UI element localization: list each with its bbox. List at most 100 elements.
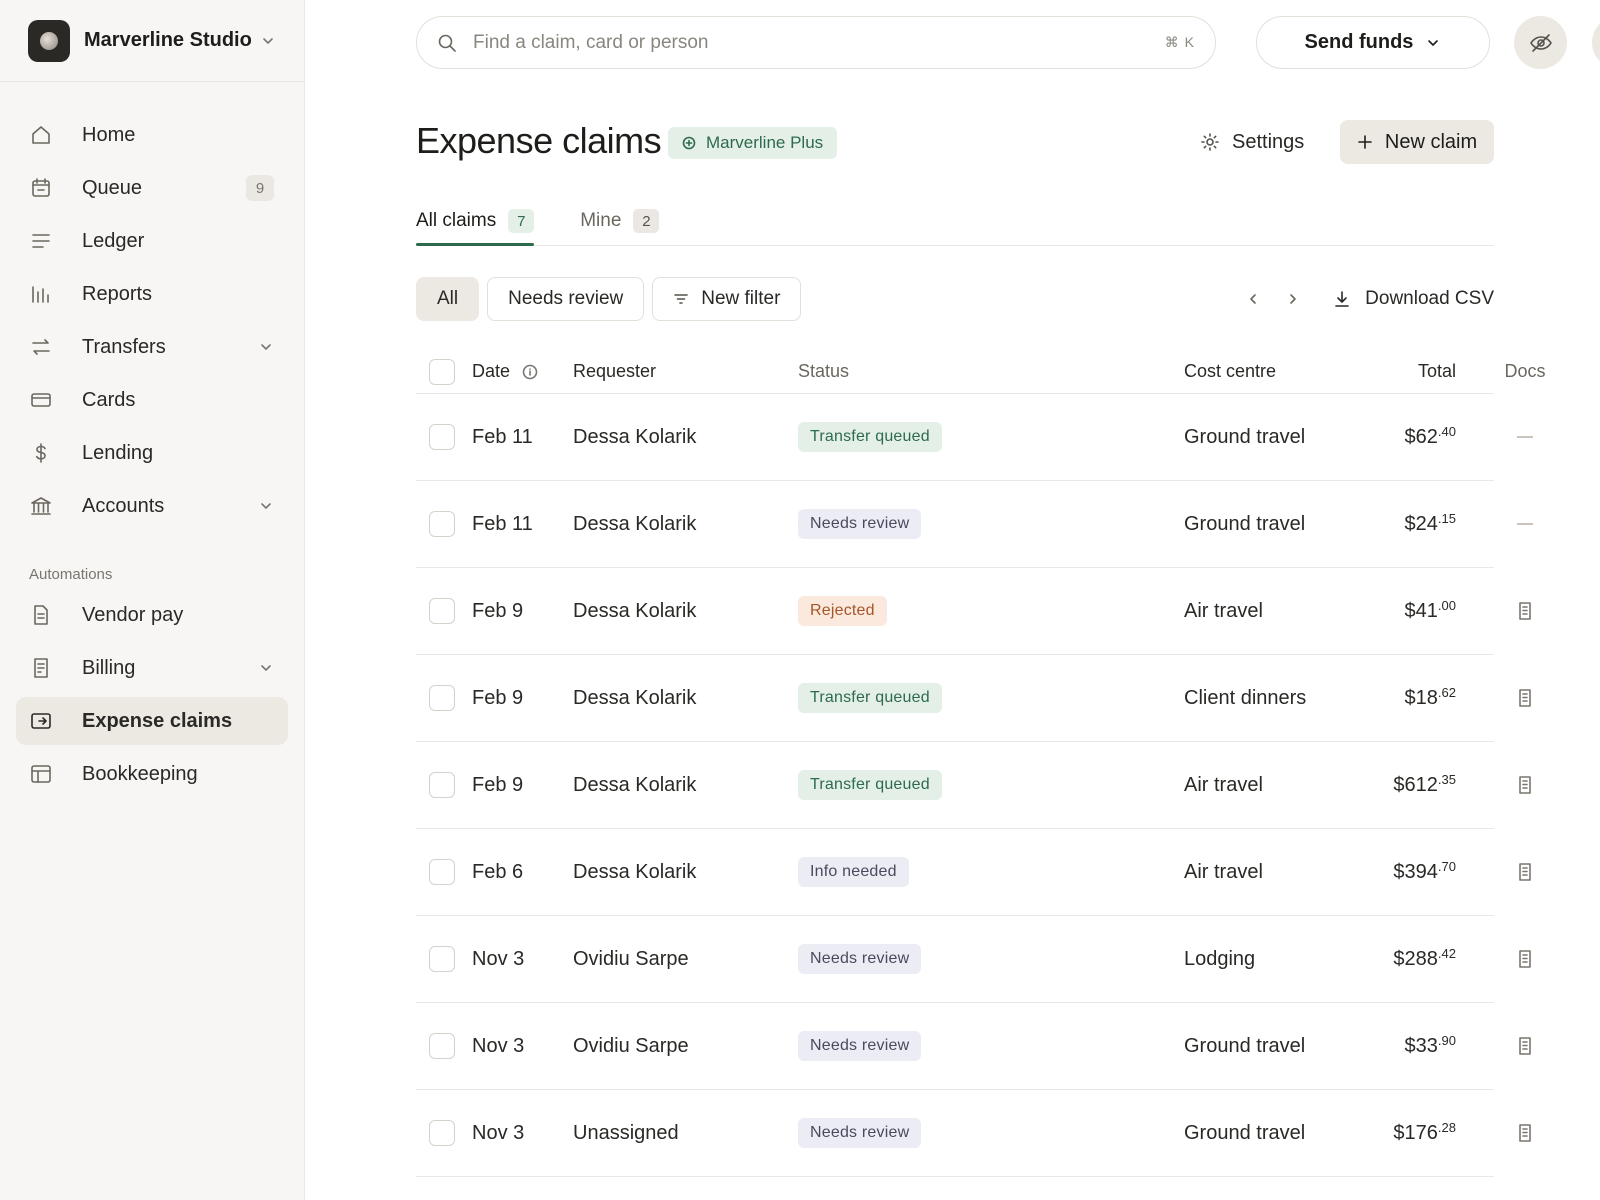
send-funds-button[interactable]: Send funds [1256, 16, 1490, 69]
row-checkbox[interactable] [429, 859, 455, 885]
sidebar-item-reports[interactable]: Reports [16, 270, 288, 318]
sidebar-item-home[interactable]: Home [16, 111, 288, 159]
hide-balances-button[interactable] [1514, 16, 1567, 69]
sidebar-item-transfers[interactable]: Transfers [16, 323, 288, 371]
sidebar-item-label: Vendor pay [82, 603, 184, 626]
requester-column-header[interactable]: Requester [573, 361, 656, 382]
receipt-doc-button[interactable] [1499, 949, 1551, 969]
table-body: Feb 11 Dessa Kolarik Transfer queued $62.40… [416, 394, 1600, 1177]
receipt-doc-button[interactable] [1499, 1123, 1551, 1143]
status-badge: Transfer queued [798, 770, 942, 800]
filter-all-chip[interactable]: All [416, 277, 480, 321]
claim-total: $612.35 [1393, 771, 1456, 797]
sidebar-item-label: Cards [82, 388, 136, 411]
sidebar-item-bookkeeping[interactable]: Bookkeeping [16, 750, 288, 798]
dash-icon [1517, 523, 1533, 525]
avatar[interactable] [1592, 16, 1600, 69]
receipt-icon [1519, 950, 1531, 968]
filter-bar: All Needs review New filter Download CSV [416, 277, 1494, 321]
sidebar-item-expense-claims[interactable]: Expense claims [16, 697, 288, 745]
sidebar-item-billing[interactable]: Billing [16, 644, 288, 692]
claim-requester: Dessa Kolarik [573, 686, 697, 709]
tab-label: Mine [580, 210, 622, 231]
cost-centre-column-header[interactable]: Cost centre [1184, 361, 1276, 382]
new-filter-label: New filter [701, 288, 781, 309]
sidebar-item-vendor-pay[interactable]: Vendor pay [16, 591, 288, 639]
claim-date: Feb 9 [472, 599, 524, 622]
status-badge: Rejected [798, 596, 887, 626]
row-checkbox[interactable] [429, 1120, 455, 1146]
download-csv-label: Download CSV [1365, 288, 1494, 309]
select-all-checkbox[interactable] [429, 358, 455, 385]
new-claim-button[interactable]: New claim [1340, 120, 1494, 164]
claim-date: Feb 6 [472, 860, 524, 883]
status-badge: Transfer queued [798, 683, 942, 713]
next-page-button[interactable] [1273, 279, 1313, 319]
sidebar-item-queue[interactable]: Queue 9 [16, 164, 288, 212]
date-column-header[interactable]: Date [472, 361, 538, 382]
receipt-doc-button[interactable] [1499, 601, 1551, 621]
table-row[interactable]: Nov 3 Ovidiu Sarpe Needs review $33.90 Groun… [416, 1003, 1531, 1090]
download-csv-button[interactable]: Download CSV [1333, 288, 1494, 310]
receipt-doc-button[interactable] [1499, 862, 1551, 882]
row-checkbox[interactable] [429, 511, 455, 537]
claim-requester: Dessa Kolarik [573, 512, 697, 535]
amount-cents: .00 [1437, 597, 1456, 613]
status-badge: Transfer queued [798, 422, 942, 452]
receipt-doc-button[interactable] [1499, 775, 1551, 795]
settings-button[interactable]: Settings [1200, 120, 1304, 164]
table-row[interactable]: Nov 3 Unassigned Needs review $176.28 Ground… [416, 1090, 1531, 1177]
tab-all-claims[interactable]: All claims 7 [416, 198, 535, 246]
sidebar-item-label: Home [82, 123, 136, 146]
prev-page-button[interactable] [1233, 279, 1273, 319]
claim-requester: Dessa Kolarik [573, 425, 697, 448]
claim-date: Feb 11 [472, 512, 533, 535]
tab-mine[interactable]: Mine 2 [580, 198, 660, 244]
table-row[interactable]: Feb 6 Dessa Kolarik Info needed $394.70 Air … [416, 829, 1531, 916]
amount-cents: .35 [1437, 771, 1456, 787]
receipt-doc-button[interactable] [1499, 1036, 1551, 1056]
info-icon[interactable] [522, 364, 538, 380]
table-row[interactable]: Feb 11 Dessa Kolarik Transfer queued $62.40… [416, 394, 1533, 481]
table-row[interactable]: Feb 9 Dessa Kolarik Rejected $41.00 Air trav… [416, 568, 1531, 655]
claim-cost-centre: Ground travel [1184, 425, 1306, 448]
claim-total: $394.70 [1393, 859, 1456, 884]
search-input[interactable]: Find a claim, card or person ⌘ K [416, 16, 1216, 69]
claim-date: Nov 3 [472, 1121, 525, 1144]
workspace-switcher[interactable]: Marverline Studio [0, 0, 304, 82]
chevron-down-icon [261, 503, 271, 509]
receipt-icon [1519, 689, 1531, 707]
row-checkbox[interactable] [429, 598, 455, 624]
row-checkbox[interactable] [429, 772, 455, 798]
status-badge: Needs review [798, 1031, 922, 1061]
table-row[interactable]: Feb 9 Dessa Kolarik Transfer queued $612.35… [416, 742, 1531, 829]
sidebar-item-lending[interactable]: Lending [16, 429, 288, 477]
dollar-icon [36, 443, 46, 463]
docs-column-header: Docs [1504, 361, 1546, 381]
row-checkbox[interactable] [429, 685, 455, 711]
download-icon [1335, 291, 1349, 307]
dash-icon [1517, 436, 1533, 438]
row-checkbox[interactable] [429, 424, 455, 450]
sidebar-item-label: Bookkeeping [82, 762, 198, 785]
claim-date: Feb 9 [472, 773, 524, 796]
claim-cost-centre: Air travel [1184, 860, 1263, 883]
receipt-doc-button[interactable] [1499, 688, 1551, 708]
no-docs-indicator [1499, 523, 1551, 525]
row-checkbox[interactable] [429, 1033, 455, 1059]
filter-needs-review-chip[interactable]: Needs review [487, 277, 645, 321]
total-column-header[interactable]: Total [1418, 361, 1456, 382]
status-column-header[interactable]: Status [798, 361, 849, 382]
date-header-label: Date [472, 361, 511, 381]
filter-icon [674, 294, 689, 304]
calendar-icon [32, 178, 50, 197]
table-row[interactable]: Feb 9 Dessa Kolarik Transfer queued $18.62 C… [416, 655, 1531, 742]
sidebar-item-accounts[interactable]: Accounts [16, 482, 288, 530]
sidebar-item-ledger[interactable]: Ledger [16, 217, 288, 265]
sidebar-item-cards[interactable]: Cards [16, 376, 288, 424]
no-docs-indicator [1499, 436, 1551, 438]
row-checkbox[interactable] [429, 946, 455, 972]
table-row[interactable]: Feb 11 Dessa Kolarik Needs review $24.15 Gro… [416, 481, 1533, 568]
new-filter-button[interactable]: New filter [652, 277, 802, 321]
table-row[interactable]: Nov 3 Ovidiu Sarpe Needs review $288.42 Lodg… [416, 916, 1531, 1003]
